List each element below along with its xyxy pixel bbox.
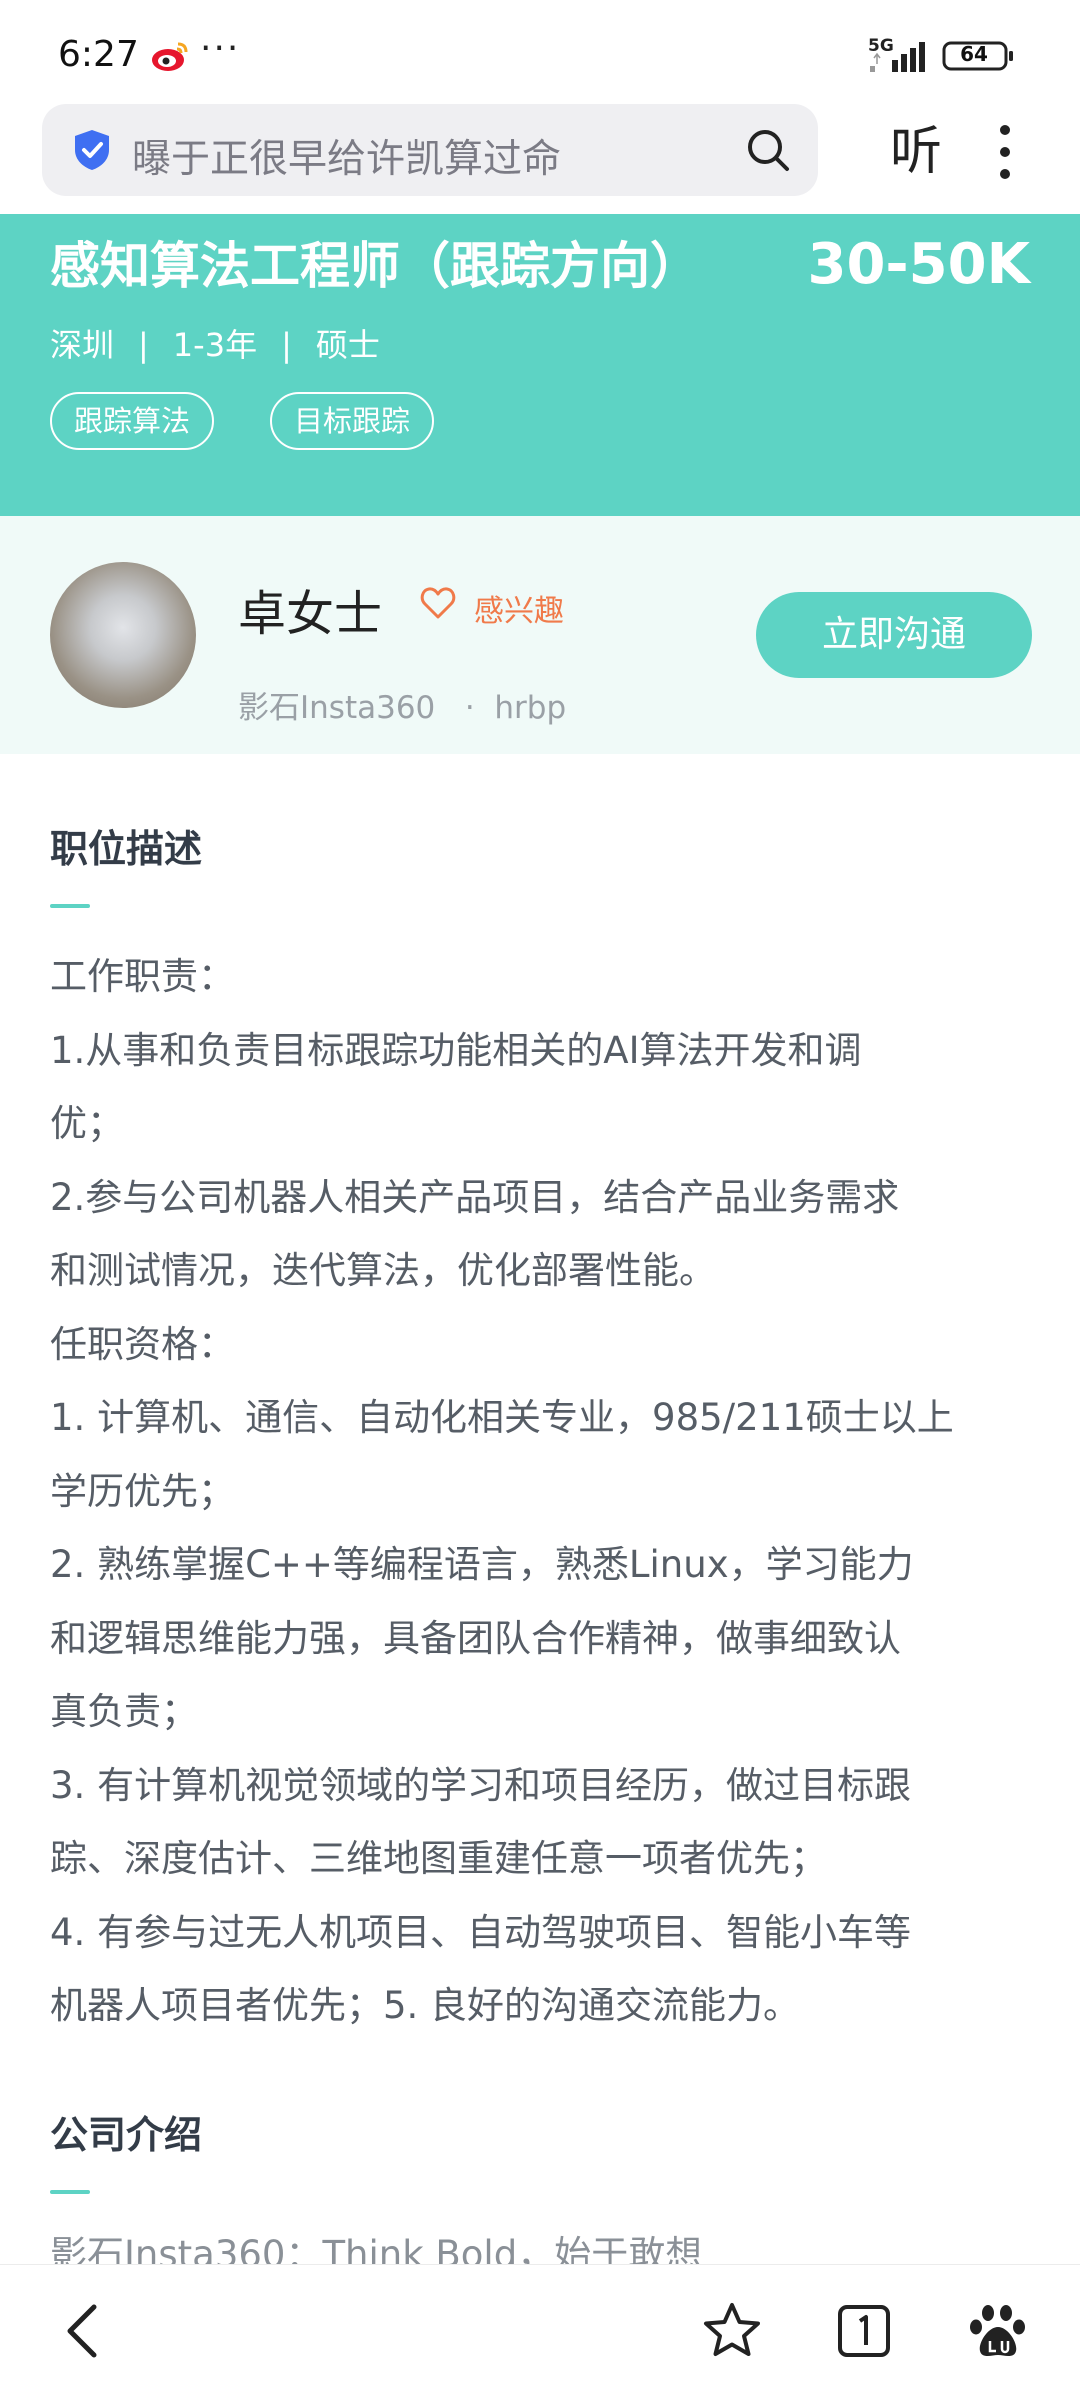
job-tag: 目标跟踪 (270, 392, 435, 450)
recruiter-name: 卓女士 (238, 586, 383, 642)
recruiter-card: 卓女士 感兴趣 影石Insta360 · hrbp 立即沟通 (0, 516, 1080, 754)
star-icon[interactable] (700, 2299, 764, 2363)
bottom-navigation (0, 2264, 1080, 2400)
description-line: 机器人项目者优先；5. 良好的沟通交流能力。 (50, 1984, 801, 2027)
job-header: 感知算法工程师（跟踪方向） 30-50K 深圳 | 1-3年 | 硕士 跟踪算法 目标跟… (0, 214, 1080, 516)
search-icon[interactable] (744, 126, 792, 174)
job-education: 硕士 (315, 326, 380, 364)
job-experience: 1-3年 (172, 326, 258, 364)
section-underline (50, 2190, 90, 2194)
avatar[interactable] (50, 562, 196, 708)
status-time: 6:27 (58, 34, 139, 75)
baidu-paw-icon[interactable] (966, 2299, 1030, 2363)
signal-icon (870, 42, 925, 72)
search-bar[interactable]: 曝于正很早给许凯算过命 (42, 104, 818, 196)
recruiter-role: hrbp (494, 690, 567, 726)
recruiter-company: 影石Insta360 · hrbp (238, 682, 566, 727)
description-line: 2. 熟练掌握C++等编程语言，熟悉Linux，学习能力 (50, 1543, 914, 1586)
section-underline (50, 904, 90, 908)
description-line: 学历优先； (50, 1469, 235, 1513)
description-line: 踪、深度估计、三维地图重建任意一项者优先； (50, 1837, 827, 1880)
shield-icon (75, 130, 109, 170)
job-tag: 跟踪算法 (50, 392, 215, 450)
interest-label[interactable]: 感兴趣 (474, 586, 564, 630)
status-bar: 6:27 ··· 5G 64 (0, 0, 1080, 100)
section-title-company: 公司介绍 (50, 2113, 203, 2157)
battery-level: 64 (960, 42, 988, 66)
description-line: 2.参与公司机器人相关产品项目，结合产品业务需求 (50, 1175, 900, 1219)
chat-now-button[interactable]: 立即沟通 (756, 592, 1032, 678)
description-line: 和测试情况，迭代算法，优化部署性能。 (50, 1249, 716, 1292)
description-line: 和逻辑思维能力强，具备团队合作精神，做事细致认 (50, 1616, 901, 1660)
job-description: 工作职责： 1.从事和负责目标跟踪功能相关的AI算法开发和调 优； 2.参与公司… (50, 940, 1040, 2043)
job-salary: 30-50K (807, 232, 1031, 297)
description-line: 1. 计算机、通信、自动化相关专业，985/211硕士以上 (50, 1396, 954, 1439)
heart-icon[interactable] (420, 586, 456, 620)
listen-button[interactable]: 听 (876, 112, 956, 192)
description-line: 1.从事和负责目标跟踪功能相关的AI算法开发和调 (50, 1028, 862, 1072)
job-title: 感知算法工程师（跟踪方向） (50, 237, 700, 295)
tabs-icon[interactable] (832, 2299, 896, 2363)
more-options-icon[interactable] (990, 120, 1020, 184)
section-title-description: 职位描述 (50, 827, 203, 871)
meta-separator: | (281, 326, 292, 364)
notification-more-icon: ··· (200, 28, 241, 69)
dot-separator: · (464, 690, 475, 726)
description-line: 4. 有参与过无人机项目、自动驾驶项目、智能小车等 (50, 1910, 912, 1954)
description-line: 任职资格： (50, 1322, 235, 1366)
description-line: 工作职责： (50, 955, 235, 998)
search-query[interactable]: 曝于正很早给许凯算过命 (132, 128, 561, 184)
back-icon[interactable] (54, 2299, 118, 2363)
weibo-icon (152, 42, 188, 71)
job-meta: 深圳 | 1-3年 | 硕士 (50, 320, 380, 366)
job-location: 深圳 (50, 326, 115, 364)
company-name: 影石Insta360 (238, 690, 436, 726)
description-line: 真负责； (50, 1690, 198, 1733)
description-line: 3. 有计算机视觉领域的学习和项目经历，做过目标跟 (50, 1763, 912, 1807)
meta-separator: | (138, 326, 149, 364)
description-line: 优； (50, 1102, 124, 1145)
